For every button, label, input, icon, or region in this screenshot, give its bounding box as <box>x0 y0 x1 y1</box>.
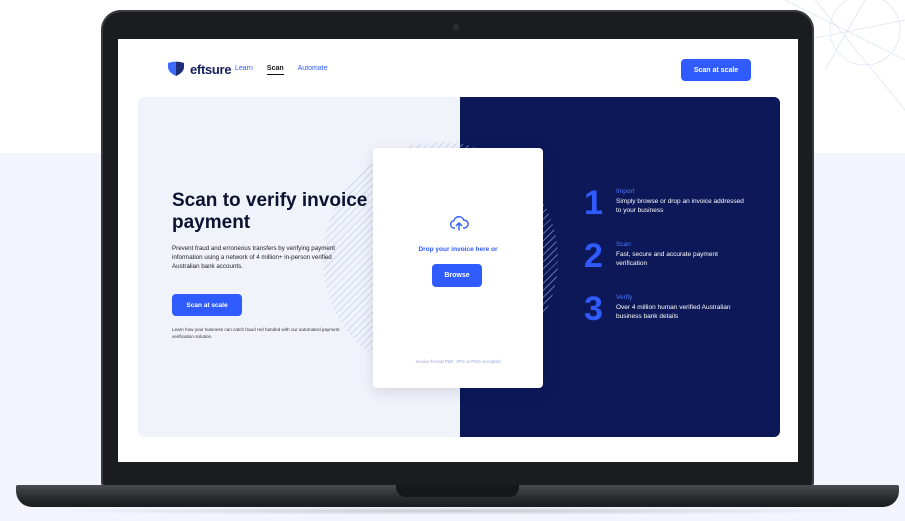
nav-link-learn[interactable]: Learn <box>235 65 253 75</box>
brand-logo[interactable]: eftsure <box>166 61 232 77</box>
step-text: Over 4 million human verified Australian… <box>616 304 731 320</box>
laptop-lid: eftsure Learn Scan Automate Scan at scal… <box>101 10 814 488</box>
top-navigation: eftsure Learn Scan Automate Scan at scal… <box>118 39 798 97</box>
laptop-notch <box>396 485 519 497</box>
invoice-format-note: Invoice format PDF, JPG or PNG accepted <box>415 359 501 364</box>
cloud-upload-icon <box>449 216 469 231</box>
hero-description: Prevent fraud and erroneous transfers by… <box>172 245 336 270</box>
nav-links: Learn Scan Automate <box>235 65 328 75</box>
step-text: Simply browse or drop an invoice address… <box>616 198 744 214</box>
laptop-screen: eftsure Learn Scan Automate Scan at scal… <box>118 39 798 462</box>
hero-title: Scan to verify invoice payment <box>172 190 368 233</box>
step-title: Verify <box>616 294 633 301</box>
nav-link-scan[interactable]: Scan <box>266 65 284 75</box>
invoice-upload-dropzone[interactable]: Drop your invoice here or Browse Invoice… <box>373 148 543 388</box>
step-title: Scan <box>616 241 631 248</box>
drop-invoice-text: Drop your invoice here or <box>418 246 498 253</box>
hero-note: Learn how your business can catch fraud … <box>172 327 340 339</box>
nav-link-automate[interactable]: Automate <box>298 65 328 75</box>
brand-name: eftsure <box>190 61 232 77</box>
laptop-shadow <box>40 507 875 515</box>
step-title: Import <box>616 188 635 195</box>
step-number: 3 <box>584 290 603 328</box>
hero-scan-at-scale-button[interactable]: Scan at scale <box>172 294 242 316</box>
step-number: 1 <box>584 184 603 222</box>
webcam <box>453 24 459 30</box>
laptop-base <box>16 485 899 507</box>
nav-scan-at-scale-button[interactable]: Scan at scale <box>681 59 751 81</box>
shield-logo-icon <box>168 61 184 76</box>
browse-button[interactable]: Browse <box>432 264 482 287</box>
step-number: 2 <box>584 237 603 275</box>
step-text: Fast, secure and accurate payment verifi… <box>616 251 718 267</box>
